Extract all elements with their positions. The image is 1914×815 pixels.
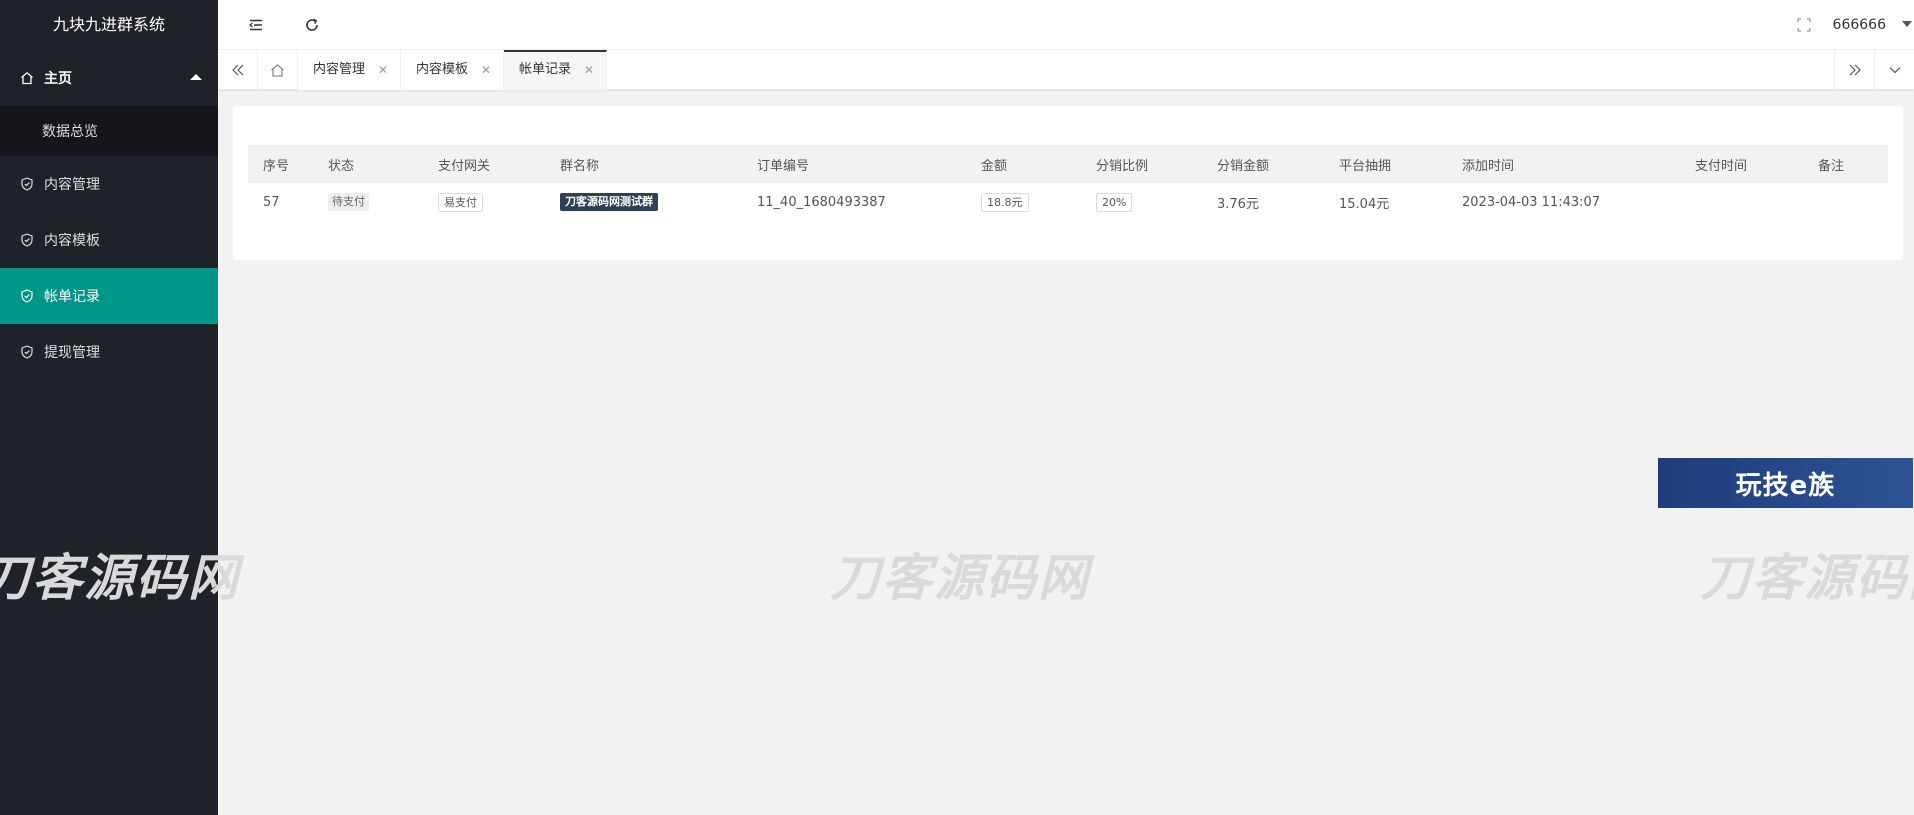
tab-home-icon[interactable] [258, 50, 298, 90]
sidebar-item-bill-records[interactable]: 帐单记录 [0, 268, 218, 324]
user-menu[interactable]: 666666 [1833, 0, 1914, 50]
bill-records-table: 序号 状态 支付网关 群名称 订单编号 金额 分销比例 分销金额 平台抽拥 添加… [248, 145, 1888, 221]
cell-status: 待支付 [313, 183, 423, 221]
tab-label: 内容模板 [416, 62, 469, 77]
tab-content-template[interactable]: 内容模板 ✕ [401, 50, 505, 90]
tab-content-manage[interactable]: 内容管理 ✕ [298, 50, 402, 90]
col-header: 群名称 [545, 145, 742, 183]
col-header: 平台抽拥 [1324, 145, 1447, 183]
tabs-more-chevron-down-icon[interactable] [1874, 50, 1914, 90]
sidebar-item-label: 数据总览 [42, 124, 98, 140]
caret-up-icon [190, 74, 202, 80]
close-icon[interactable]: ✕ [481, 50, 491, 90]
col-header: 状态 [313, 145, 423, 183]
col-header: 支付时间 [1680, 145, 1803, 183]
home-icon [20, 71, 34, 85]
cell-added-time: 2023-04-03 11:43:07 [1462, 194, 1601, 210]
refresh-icon[interactable] [302, 15, 322, 35]
sidebar: 九块九进群系统 主页 数据总览 内容管理 内容模板 帐单记录 提现管理 [0, 0, 218, 815]
sidebar-item-content-manage[interactable]: 内容管理 [0, 156, 218, 212]
caret-down-icon [1902, 21, 1912, 27]
tab-list: 内容管理 ✕ 内容模板 ✕ 帐单记录 ✕ [298, 50, 608, 90]
username: 666666 [1832, 17, 1886, 33]
cell-platform-fee: 15.04元 [1339, 196, 1390, 212]
cell-dist-amount: 3.76元 [1217, 196, 1259, 212]
sidebar-item-content-template[interactable]: 内容模板 [0, 212, 218, 268]
sidebar-item-withdraw-manage[interactable]: 提现管理 [0, 324, 218, 380]
col-header: 备注 [1803, 145, 1888, 183]
col-header: 序号 [248, 145, 313, 183]
sidebar-item-label: 主页 [44, 71, 72, 87]
col-header: 分销金额 [1202, 145, 1324, 183]
sidebar-item-label: 内容管理 [44, 177, 100, 193]
col-header: 添加时间 [1447, 145, 1680, 183]
tab-bar: 内容管理 ✕ 内容模板 ✕ 帐单记录 ✕ [218, 50, 1914, 90]
sidebar-item-data-overview[interactable]: 数据总览 [0, 106, 218, 156]
cell-paid-time [1680, 183, 1803, 221]
col-header: 金额 [966, 145, 1081, 183]
top-header: 666666 [218, 0, 1914, 50]
col-header: 支付网关 [423, 145, 545, 183]
sidebar-item-label: 内容模板 [44, 233, 100, 249]
menu-toggle-icon[interactable] [246, 15, 266, 35]
table-header-row: 序号 状态 支付网关 群名称 订单编号 金额 分销比例 分销金额 平台抽拥 添加… [248, 145, 1888, 183]
shield-check-icon [20, 177, 34, 191]
col-header: 订单编号 [742, 145, 966, 183]
cell-amount: 18.8元 [966, 183, 1081, 221]
table-row: 57 待支付 易支付 刀客源码网测试群 11_40_1680493387 18.… [248, 183, 1888, 221]
group-badge: 刀客源码网测试群 [560, 193, 658, 211]
shield-check-icon [20, 233, 34, 247]
watermark-text: 刀客源码网 [0, 549, 240, 607]
tab-label: 帐单记录 [519, 62, 572, 77]
shield-check-icon [20, 345, 34, 359]
cell-remark [1803, 183, 1888, 221]
sidebar-submenu: 数据总览 [0, 106, 218, 156]
bill-records-card: 序号 状态 支付网关 群名称 订单编号 金额 分销比例 分销金额 平台抽拥 添加… [233, 106, 1903, 260]
gateway-badge: 易支付 [438, 192, 483, 212]
watermark-text: 刀客源码网 [830, 549, 1090, 607]
cell-ratio: 20% [1081, 183, 1202, 221]
tabs-scroll-right-icon[interactable] [1834, 50, 1874, 90]
watermark-text: 刀客源码网 [1700, 549, 1914, 607]
fullscreen-icon[interactable] [1794, 15, 1814, 35]
status-badge: 待支付 [328, 193, 369, 211]
close-icon[interactable]: ✕ [584, 52, 594, 88]
col-header: 分销比例 [1081, 145, 1202, 183]
cell-gateway: 易支付 [423, 183, 545, 221]
sidebar-item-home[interactable]: 主页 [0, 50, 218, 106]
cell-group: 刀客源码网测试群 [545, 183, 742, 221]
close-icon[interactable]: ✕ [378, 50, 388, 90]
sidebar-item-label: 帐单记录 [44, 289, 100, 305]
tabs-scroll-left-icon[interactable] [218, 50, 258, 90]
cell-id: 57 [263, 194, 280, 210]
app-logo-title: 九块九进群系统 [0, 0, 218, 50]
watermark-banner: 玩技e族 [1658, 458, 1913, 508]
ratio-badge: 20% [1096, 192, 1133, 212]
shield-check-icon [20, 289, 34, 303]
tab-bill-records[interactable]: 帐单记录 ✕ [504, 50, 608, 90]
tab-label: 内容管理 [313, 62, 366, 77]
amount-badge: 18.8元 [981, 192, 1029, 212]
sidebar-item-label: 提现管理 [44, 345, 100, 361]
cell-order-no: 11_40_1680493387 [757, 194, 886, 210]
